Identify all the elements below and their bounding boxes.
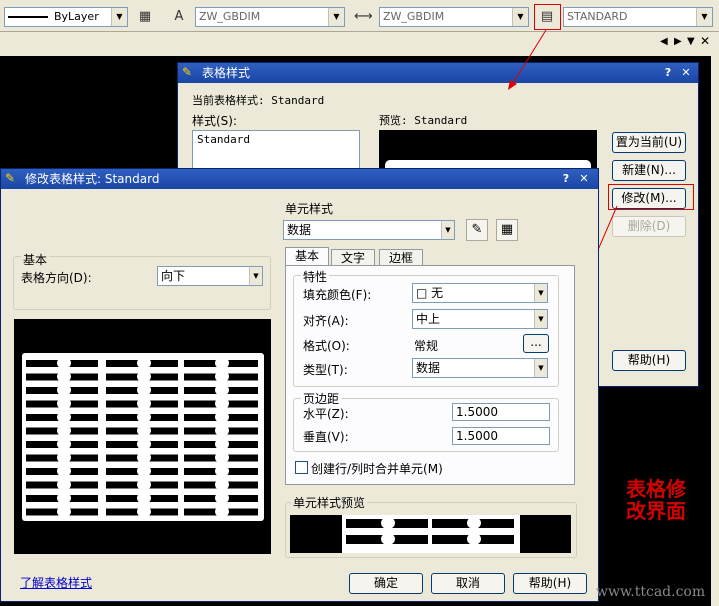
preview-dot xyxy=(137,478,151,491)
preview-dot xyxy=(57,492,71,504)
preview-dot xyxy=(57,411,71,423)
preview-dot xyxy=(215,465,229,477)
preview-dot xyxy=(215,451,229,464)
preview-dot xyxy=(137,492,151,504)
merge-checkbox[interactable] xyxy=(295,461,308,474)
table-preview xyxy=(14,319,271,554)
type-label: 类型(T): xyxy=(303,363,348,377)
preview-dot xyxy=(57,424,71,437)
preview-dot xyxy=(57,451,71,464)
fill-color-select[interactable]: □ 无 ▼ xyxy=(412,283,548,303)
preview-dot xyxy=(137,411,151,423)
preview-dot xyxy=(57,397,71,410)
cell-style-preview xyxy=(290,515,571,553)
vertical-label: 垂直(V): xyxy=(303,430,349,444)
preview-dot xyxy=(57,357,71,369)
preview-dot xyxy=(137,438,151,450)
help-button[interactable]: 帮助(H) xyxy=(513,573,587,594)
preview-dot xyxy=(57,505,71,518)
fill-color-label: 填充颜色(F): xyxy=(303,288,372,302)
direction-label: 表格方向(D): xyxy=(21,271,92,285)
cell-preview-dot xyxy=(381,517,395,529)
chevron-down-icon: ▼ xyxy=(249,267,262,285)
annotation-text: 表格修 改界面 xyxy=(626,478,686,522)
preview-dot xyxy=(137,465,151,477)
preview-dot xyxy=(215,357,229,369)
format-button[interactable]: ... xyxy=(523,334,549,353)
close-icon[interactable]: ✕ xyxy=(576,171,592,187)
vertical-input[interactable]: 1.5000 xyxy=(452,427,550,445)
properties-group-label: 特性 xyxy=(301,268,330,285)
preview-dot xyxy=(215,478,229,491)
watermark: www.ttcad.com xyxy=(596,584,706,600)
preview-dot xyxy=(137,357,151,369)
preview-dot xyxy=(215,384,229,396)
learn-link[interactable]: 了解表格样式 xyxy=(20,574,92,591)
direction-value: 向下 xyxy=(161,269,186,283)
fill-color-value: □ 无 xyxy=(416,286,444,300)
tab-basic[interactable]: 基本 xyxy=(285,247,329,267)
preview-dot xyxy=(137,384,151,396)
align-value: 中上 xyxy=(416,312,441,326)
preview-dot xyxy=(137,451,151,464)
preview-dot xyxy=(215,492,229,504)
cell-preview-dot xyxy=(467,517,481,529)
cell-preview-label: 单元样式预览 xyxy=(291,494,368,511)
title-bar: ✎ 修改表格样式: Standard ? ✕ xyxy=(1,169,598,189)
align-label: 对齐(A): xyxy=(303,314,349,328)
cell-style-value: 数据 xyxy=(287,223,312,237)
cancel-button[interactable]: 取消 xyxy=(431,573,505,594)
cell-preview-dot xyxy=(381,533,395,545)
modify-table-style-dialog: ✎ 修改表格样式: Standard ? ✕ 基本 表格方向(D): 向下 ▼ … xyxy=(0,168,599,602)
annotation-line1: 表格修 xyxy=(626,477,686,501)
preview-dot xyxy=(57,478,71,491)
preview-dot xyxy=(215,424,229,437)
cell-preview-graphic xyxy=(342,515,520,553)
merge-label: 创建行/列时合并单元(M) xyxy=(311,462,443,476)
table-preview-graphic xyxy=(22,353,264,521)
dialog-title: 修改表格样式: Standard xyxy=(25,172,160,186)
preview-dot xyxy=(215,438,229,450)
preview-dot xyxy=(57,384,71,396)
cell-style-label: 单元样式 xyxy=(285,202,334,216)
preview-dot xyxy=(215,370,229,383)
chevron-down-icon: ▼ xyxy=(534,310,547,328)
preview-dot xyxy=(215,505,229,518)
preview-dot xyxy=(137,424,151,437)
horizontal-input[interactable]: 1.5000 xyxy=(452,403,550,421)
align-select[interactable]: 中上 ▼ xyxy=(412,309,548,329)
chevron-down-icon: ▼ xyxy=(534,284,547,302)
preview-dot xyxy=(215,411,229,423)
app-icon: ✎ xyxy=(5,171,16,185)
annotation-line2: 改界面 xyxy=(626,499,686,523)
manage-cell-styles-icon[interactable]: ▦ xyxy=(496,219,518,241)
cell-style-select[interactable]: 数据 ▼ xyxy=(283,220,455,240)
cell-preview-dot xyxy=(467,533,481,545)
preview-dot xyxy=(137,505,151,518)
chevron-down-icon: ▼ xyxy=(534,359,547,377)
horizontal-label: 水平(Z): xyxy=(303,407,349,421)
preview-dot xyxy=(57,438,71,450)
chevron-down-icon: ▼ xyxy=(441,221,454,239)
ok-button[interactable]: 确定 xyxy=(349,573,423,594)
direction-select[interactable]: 向下 ▼ xyxy=(157,266,263,286)
preview-dot xyxy=(215,397,229,410)
basic-group-label: 基本 xyxy=(21,251,50,268)
preview-dot xyxy=(137,370,151,383)
format-value: 常规 xyxy=(414,339,439,353)
new-cell-style-icon[interactable]: ✎ xyxy=(466,219,488,241)
format-label: 格式(O): xyxy=(303,339,350,353)
type-select[interactable]: 数据 ▼ xyxy=(412,358,548,378)
preview-dot xyxy=(57,370,71,383)
help-icon[interactable]: ? xyxy=(558,171,574,187)
preview-dot xyxy=(137,397,151,410)
preview-dot xyxy=(57,465,71,477)
type-value: 数据 xyxy=(416,361,441,375)
